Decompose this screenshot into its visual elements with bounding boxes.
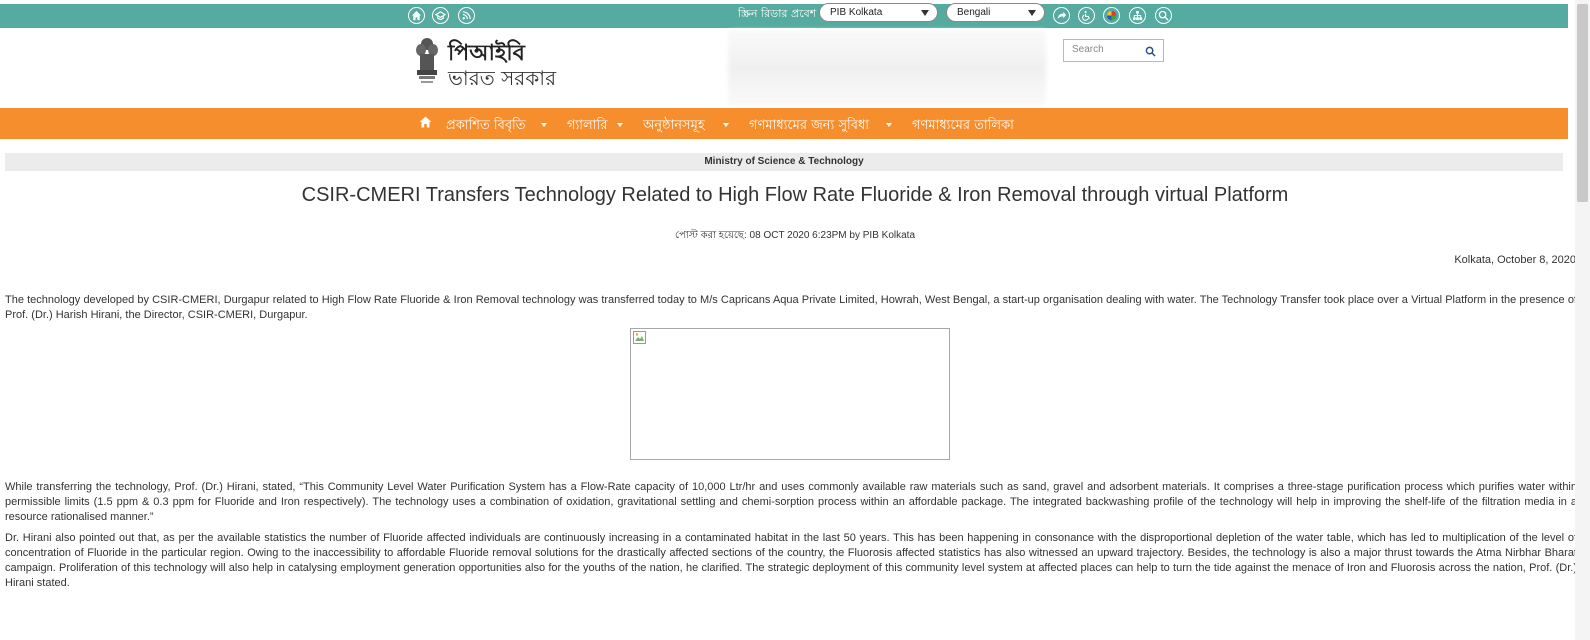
language-select-value: Bengali — [957, 7, 991, 18]
chevron-down-icon[interactable] — [886, 123, 892, 127]
nav-item-releases[interactable]: প্রকাশিত বিবৃতি — [446, 116, 526, 137]
scrollbar-thumb[interactable] — [1577, 4, 1588, 202]
logo-subtitle[interactable]: ভারত সরকার — [448, 64, 556, 97]
language-select[interactable]: Bengali — [946, 3, 1045, 22]
screen-reader-access-link[interactable]: স্ক্রিন রিডার প্রবেশ — [738, 5, 816, 24]
helpline-icon[interactable] — [432, 7, 449, 24]
banner-image — [728, 30, 1046, 106]
national-emblem-icon — [416, 38, 438, 83]
article-image — [630, 328, 950, 460]
home-icon[interactable] — [408, 7, 425, 24]
chevron-down-icon — [921, 10, 929, 16]
nav-item-gallery[interactable]: গ্যালারি — [567, 116, 607, 137]
search-icon[interactable] — [1145, 46, 1156, 57]
chevron-down-icon[interactable] — [541, 123, 547, 127]
article-paragraph: While transferring the technology, Prof.… — [5, 481, 1577, 523]
rss-icon[interactable] — [458, 7, 475, 24]
page-title: CSIR-CMERI Transfers Technology Related … — [301, 184, 1289, 206]
search-input[interactable]: Search — [1063, 39, 1164, 62]
chevron-down-icon[interactable] — [723, 123, 729, 127]
search-icon[interactable] — [1155, 7, 1172, 24]
home-icon[interactable] — [419, 116, 432, 128]
share-icon[interactable] — [1053, 7, 1070, 24]
posted-on: পোস্ট করা হয়েছে: 08 OCT 2020 6:23PM by … — [674, 230, 916, 241]
ministry-label: Ministry of Science & Technology — [5, 153, 1563, 171]
chevron-down-icon — [1028, 10, 1036, 16]
color-scheme-icon[interactable] — [1103, 7, 1120, 24]
dateline: Kolkata, October 8, 2020 — [1454, 254, 1576, 266]
accessibility-icon[interactable] — [1078, 7, 1095, 24]
region-select[interactable]: PIB Kolkata — [819, 3, 938, 22]
sitemap-icon[interactable] — [1129, 7, 1146, 24]
nav-item-events[interactable]: অনুষ্ঠানসমূহ — [643, 116, 705, 137]
nav-item-media-facilities[interactable]: গণমাধ্যমের জন্য সুবিধা — [749, 116, 869, 137]
article-paragraph: Dr. Hirani also pointed out that, as per… — [5, 532, 1577, 589]
region-select-value: PIB Kolkata — [830, 7, 883, 18]
broken-image-icon — [633, 331, 646, 344]
article-paragraph: The technology developed by CSIR-CMERI, … — [5, 294, 1577, 321]
search-placeholder: Search — [1072, 44, 1104, 55]
chevron-down-icon[interactable] — [617, 123, 623, 127]
nav-item-media-list[interactable]: গণমাধ্যমের তালিকা — [912, 116, 1014, 137]
